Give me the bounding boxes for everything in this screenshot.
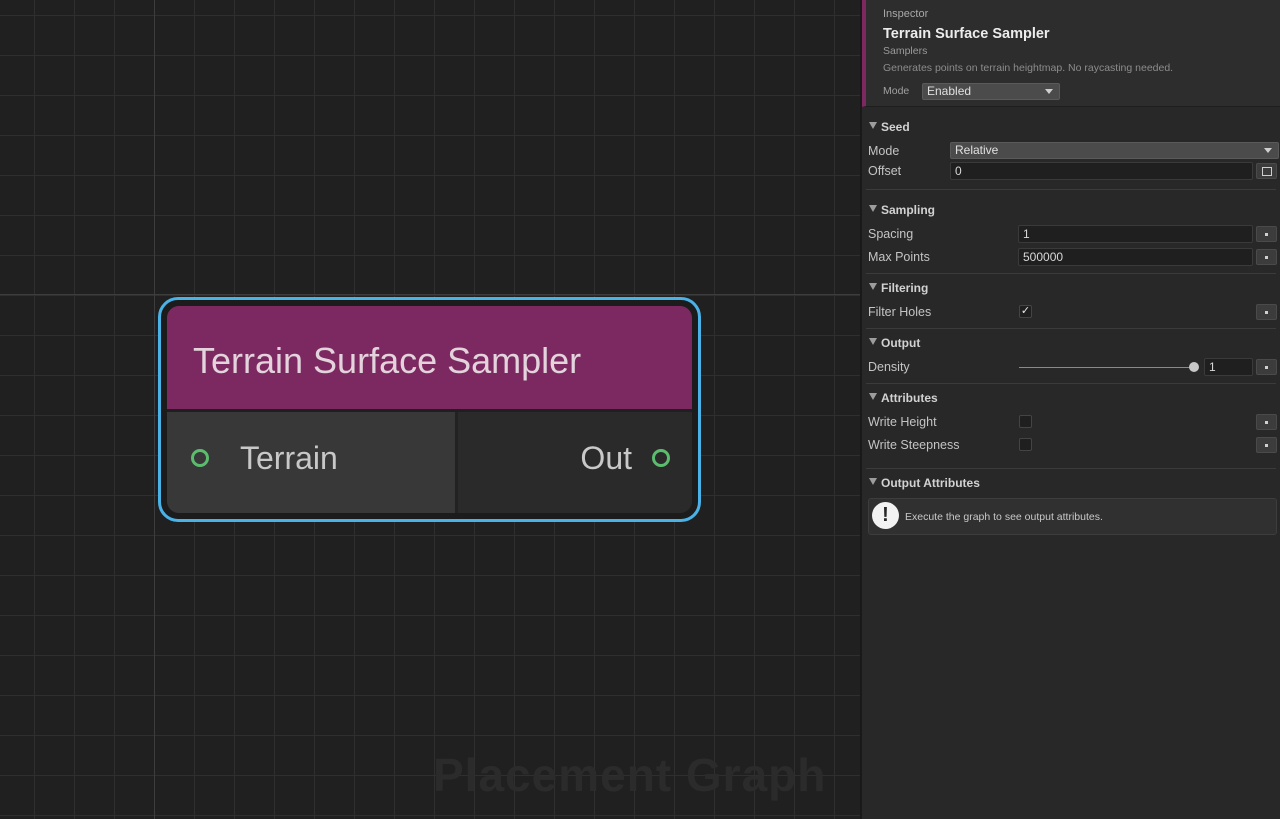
input-port-terrain[interactable]: Terrain bbox=[167, 412, 458, 513]
density-label: Density bbox=[868, 360, 910, 374]
output-port-label: Out bbox=[580, 440, 632, 476]
inspector-panel: Inspector Terrain Surface Sampler Sample… bbox=[860, 0, 1280, 819]
inspector-header: Inspector Terrain Surface Sampler Sample… bbox=[862, 0, 1280, 107]
seed-mode-value: Relative bbox=[955, 143, 999, 157]
section-title: Output bbox=[881, 336, 921, 350]
section-divider bbox=[866, 273, 1276, 274]
section-divider bbox=[866, 468, 1276, 469]
collapse-triangle-icon bbox=[869, 478, 877, 485]
max-points-override-button[interactable] bbox=[1256, 249, 1277, 265]
node-mode-label: Mode bbox=[883, 85, 910, 97]
collapse-triangle-icon bbox=[869, 122, 877, 129]
graph-canvas[interactable]: Placement Graph Terrain Surface Sampler … bbox=[0, 0, 860, 819]
collapse-triangle-icon bbox=[869, 338, 877, 345]
collapse-triangle-icon bbox=[869, 393, 877, 400]
density-override-button[interactable] bbox=[1256, 359, 1277, 375]
density-slider-knob[interactable] bbox=[1189, 362, 1199, 372]
section-title: Sampling bbox=[881, 203, 936, 217]
node-mode-dropdown[interactable]: Enabled bbox=[922, 83, 1060, 100]
grid-major-line bbox=[0, 294, 860, 295]
dot-icon bbox=[1265, 233, 1268, 236]
warning-icon: ! bbox=[872, 502, 899, 529]
seed-mode-dropdown[interactable]: Relative bbox=[950, 142, 1279, 159]
write-steepness-label: Write Steepness bbox=[868, 438, 960, 452]
output-port-out[interactable]: Out bbox=[458, 412, 692, 513]
node-body: Terrain Out bbox=[167, 412, 692, 513]
graph-node-terrain-surface-sampler[interactable]: Terrain Surface Sampler Terrain Out bbox=[158, 297, 701, 522]
density-field[interactable]: 1 bbox=[1204, 358, 1253, 376]
inspector-description: Generates points on terrain heightmap. N… bbox=[883, 62, 1174, 74]
chevron-down-icon bbox=[1264, 148, 1272, 153]
spacing-override-button[interactable] bbox=[1256, 226, 1277, 242]
spacing-label: Spacing bbox=[868, 227, 914, 241]
spacing-field[interactable]: 1 bbox=[1018, 225, 1253, 243]
seed-offset-label: Offset bbox=[868, 164, 902, 178]
collapse-triangle-icon bbox=[869, 205, 877, 212]
inspector-category: Samplers bbox=[883, 45, 928, 57]
node-mode-value: Enabled bbox=[927, 84, 972, 98]
inspector-kicker: Inspector bbox=[883, 8, 929, 20]
output-port-connector[interactable] bbox=[652, 449, 670, 467]
write-height-override-button[interactable] bbox=[1256, 414, 1277, 430]
output-attributes-info-box: ! Execute the graph to see output attrib… bbox=[868, 498, 1277, 535]
max-points-field[interactable]: 500000 bbox=[1018, 248, 1253, 266]
section-divider bbox=[866, 189, 1276, 190]
collapse-triangle-icon bbox=[869, 283, 877, 290]
square-icon bbox=[1262, 167, 1272, 176]
info-message: Execute the graph to see output attribut… bbox=[905, 511, 1103, 523]
section-title: Seed bbox=[881, 120, 910, 134]
filter-holes-override-button[interactable] bbox=[1256, 304, 1277, 320]
section-header-seed[interactable]: Seed bbox=[866, 118, 1280, 138]
section-title: Filtering bbox=[881, 281, 929, 295]
max-points-label: Max Points bbox=[868, 250, 930, 264]
write-steepness-override-button[interactable] bbox=[1256, 437, 1277, 453]
filter-holes-checkbox[interactable]: ✓ bbox=[1019, 305, 1032, 318]
node-title: Terrain Surface Sampler bbox=[193, 340, 582, 381]
section-header-sampling[interactable]: Sampling bbox=[866, 201, 1280, 221]
seed-randomize-button[interactable] bbox=[1256, 163, 1277, 179]
section-divider bbox=[866, 383, 1276, 384]
section-header-attributes[interactable]: Attributes bbox=[866, 389, 1280, 409]
inspector-title: Terrain Surface Sampler bbox=[883, 26, 1050, 42]
seed-offset-field[interactable]: 0 bbox=[950, 162, 1253, 180]
dot-icon bbox=[1265, 366, 1268, 369]
node-frame: Terrain Surface Sampler Terrain Out bbox=[167, 306, 692, 513]
dot-icon bbox=[1265, 256, 1268, 259]
input-port-connector[interactable] bbox=[191, 449, 209, 467]
section-header-filtering[interactable]: Filtering bbox=[866, 279, 1280, 299]
dot-icon bbox=[1265, 421, 1268, 424]
seed-mode-label: Mode bbox=[868, 144, 900, 158]
node-header[interactable]: Terrain Surface Sampler bbox=[167, 306, 692, 412]
filter-holes-label: Filter Holes bbox=[868, 305, 932, 319]
section-divider bbox=[866, 328, 1276, 329]
dot-icon bbox=[1265, 444, 1268, 447]
density-slider-track[interactable] bbox=[1019, 367, 1194, 368]
write-height-label: Write Height bbox=[868, 415, 937, 429]
dot-icon bbox=[1265, 311, 1268, 314]
graph-watermark: Placement Graph bbox=[433, 749, 827, 801]
section-title: Output Attributes bbox=[881, 476, 980, 490]
grid-major-line bbox=[154, 0, 155, 819]
write-height-checkbox[interactable] bbox=[1019, 415, 1032, 428]
section-header-output-attributes[interactable]: Output Attributes bbox=[866, 474, 1280, 494]
chevron-down-icon bbox=[1045, 89, 1053, 94]
input-port-label: Terrain bbox=[240, 440, 338, 476]
section-title: Attributes bbox=[881, 391, 938, 405]
section-header-output[interactable]: Output bbox=[866, 334, 1280, 354]
write-steepness-checkbox[interactable] bbox=[1019, 438, 1032, 451]
